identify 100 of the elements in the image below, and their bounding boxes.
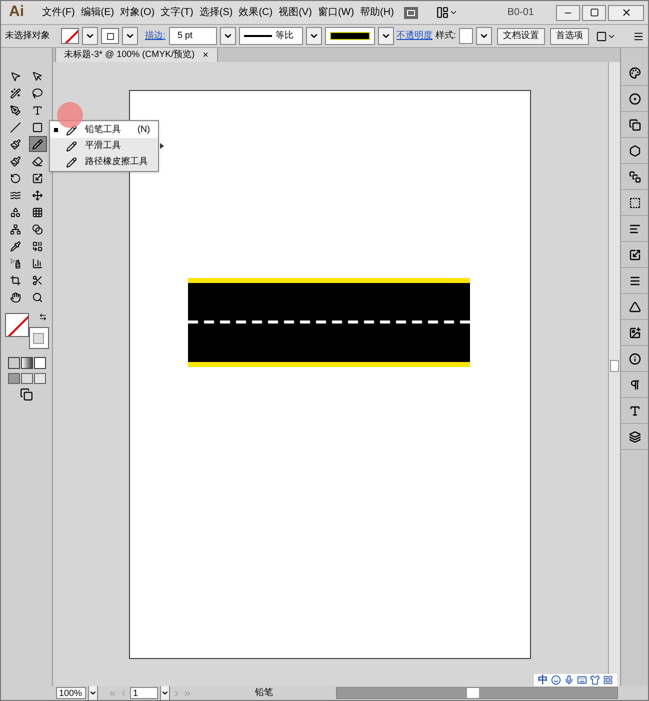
menu-item[interactable]: 编辑(E) <box>80 5 114 20</box>
hand-icon <box>10 292 21 302</box>
pencil-icon <box>66 140 77 152</box>
caret-icon <box>125 31 135 41</box>
ime-mode: 中 <box>538 674 548 688</box>
warp-icon <box>10 190 21 200</box>
arrange-icon <box>436 6 449 19</box>
shape-builder-icon <box>10 206 21 218</box>
color-mode-button[interactable] <box>8 357 20 369</box>
flyout-item[interactable]: 铅笔工具 (N) <box>50 122 158 138</box>
flyout-item[interactable]: 路径橡皮擦工具 <box>50 154 158 170</box>
stroke-color-swatch[interactable] <box>28 327 48 349</box>
selection-arrow-icon <box>10 70 21 82</box>
character-icon <box>628 404 640 416</box>
maximize-button[interactable] <box>582 4 606 20</box>
shortcut-label: (N) <box>138 123 150 136</box>
none-mode-button[interactable] <box>34 357 46 369</box>
menu-item[interactable]: 选择(S) <box>199 5 233 20</box>
align-icon <box>628 222 640 234</box>
close-button[interactable] <box>608 4 644 20</box>
dropdown-button[interactable] <box>82 27 98 45</box>
rectangle-icon <box>32 122 43 132</box>
flyout-item[interactable]: 平滑工具 <box>50 138 158 154</box>
tool-button[interactable] <box>28 136 46 152</box>
scroll-thumb[interactable] <box>610 360 619 372</box>
next-page-icon <box>172 688 181 698</box>
image-icon <box>628 326 640 338</box>
style-label: 样式: <box>436 29 456 42</box>
flyout-label: 平滑工具 <box>85 139 121 152</box>
isolate-button[interactable] <box>596 30 616 42</box>
line-icon <box>10 122 21 132</box>
direct-selection-arrow-icon <box>32 70 43 82</box>
flyout-label: 铅笔工具 <box>85 123 121 136</box>
dropdown-button[interactable] <box>122 27 138 45</box>
pilcrow-icon <box>628 378 640 390</box>
tear-off-arrow-icon <box>160 143 164 149</box>
workspace-switcher[interactable]: B0-01 <box>507 5 534 20</box>
stacked-squares-icon <box>628 118 640 130</box>
profile-dropdown[interactable]: 等比 <box>238 27 303 45</box>
bar-graph-icon <box>32 258 43 268</box>
menu-item[interactable]: 帮助(H) <box>360 5 394 20</box>
toolbar-button[interactable]: 文档设置 <box>497 28 546 44</box>
stroke-lines-icon <box>628 274 640 286</box>
panel-menu-icon[interactable] <box>633 30 644 42</box>
microphone-icon <box>564 675 574 685</box>
app-logo: Ai <box>9 2 24 22</box>
menu-item[interactable]: 对象(O) <box>120 5 155 20</box>
keyboard-icon <box>577 675 587 685</box>
dropdown-button[interactable] <box>306 27 322 45</box>
swap-icon[interactable] <box>38 313 46 321</box>
gradient-mode-button[interactable] <box>20 357 32 369</box>
stroke-weight-field[interactable]: 5 pt <box>168 27 217 45</box>
menu-item[interactable]: 文件(F) <box>42 5 75 20</box>
opacity-link[interactable]: 不透明度 <box>396 29 433 43</box>
draw-behind-button[interactable] <box>20 373 32 384</box>
draw-normal-button[interactable] <box>8 373 20 384</box>
pencil-icon <box>32 138 43 150</box>
zoom-field[interactable]: 100% <box>56 687 86 699</box>
tab-close-button[interactable]: × <box>202 48 209 62</box>
stroke-swatch[interactable] <box>101 28 119 44</box>
eyedropper-icon <box>10 240 21 252</box>
magic-wand-icon <box>10 88 21 98</box>
scroll-thumb[interactable] <box>467 688 479 698</box>
paintbrush-icon <box>10 138 21 150</box>
draw-inside-button[interactable] <box>34 373 46 384</box>
type-icon <box>32 104 43 116</box>
caret-icon <box>448 8 458 17</box>
grid-icon <box>603 675 613 685</box>
spray-can-icon <box>10 258 21 268</box>
current-tool-label: 铅笔 <box>254 686 274 700</box>
dropdown-button[interactable] <box>378 27 394 45</box>
dropdown-button[interactable] <box>220 27 236 45</box>
document-tab[interactable]: 未标题-3* @ 100% (CMYK/预览) × <box>55 48 218 62</box>
menu-item[interactable]: 窗口(W) <box>318 5 354 20</box>
pencil-icon <box>66 156 77 168</box>
fill-swatch[interactable] <box>61 28 79 44</box>
layers-icon <box>628 430 640 442</box>
arrange-documents-button[interactable] <box>436 6 458 19</box>
caret-icon <box>308 31 319 41</box>
brush-dropdown[interactable] <box>324 27 375 45</box>
menu-item[interactable]: 视图(V) <box>278 5 312 20</box>
menu-item[interactable]: 文字(T) <box>160 5 194 20</box>
page-field[interactable]: 1 <box>130 687 158 699</box>
rotate-icon <box>10 172 21 184</box>
close-icon <box>620 7 632 18</box>
menu-item[interactable]: 效果(C) <box>238 5 273 20</box>
palette-icon <box>628 66 640 78</box>
stroke-link[interactable]: 描边: <box>145 29 166 43</box>
shirt-icon <box>590 675 600 685</box>
fill-color-swatch[interactable] <box>4 313 28 337</box>
style-swatch[interactable] <box>459 28 474 44</box>
circle-icon <box>628 92 640 104</box>
toolbar-button[interactable]: 首选项 <box>550 28 590 44</box>
caret-icon <box>479 31 490 41</box>
square-stack-icon <box>628 170 640 182</box>
pen-icon <box>10 104 21 116</box>
selection-status: 未选择对象 <box>5 29 50 42</box>
dropdown-button[interactable] <box>476 27 492 45</box>
bridge-button[interactable] <box>404 6 418 18</box>
caret-icon <box>380 31 391 41</box>
